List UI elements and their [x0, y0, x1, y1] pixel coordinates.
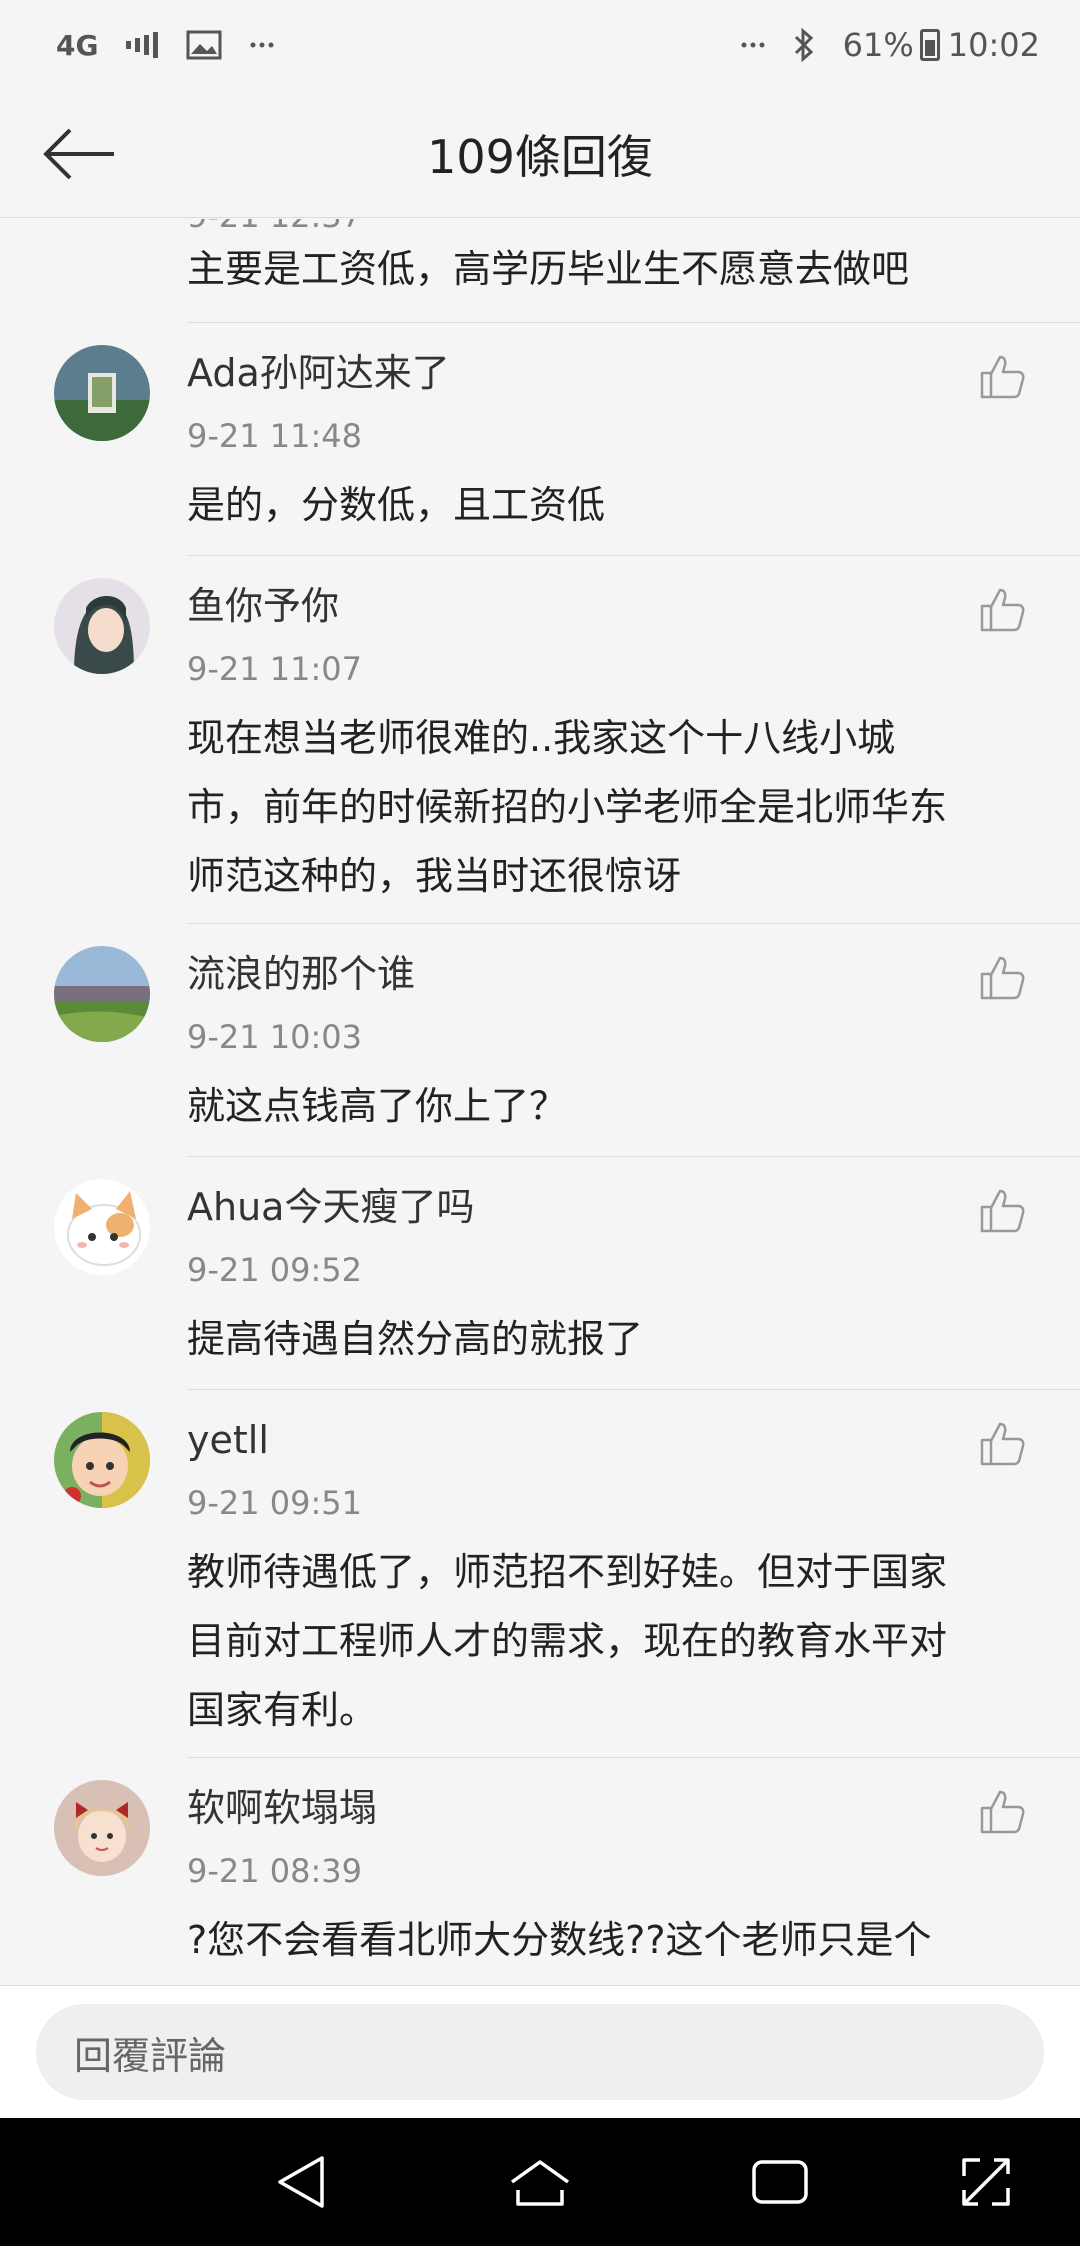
username[interactable]: yetll: [187, 1416, 269, 1464]
comment-item[interactable]: 软啊软塌塌 9-21 08:39 ?您不会看看北师大分数线??这个老师只是个: [0, 1758, 1080, 1985]
network-type: 4G: [56, 28, 99, 62]
comment-content: 提高待遇自然分高的就报了: [187, 1317, 644, 1361]
image-icon: [186, 30, 222, 60]
comment-time: 9-21 08:39: [187, 1852, 363, 1890]
comment-content: 主要是工资低，高学历毕业生不愿意去做吧: [187, 247, 910, 291]
avatar[interactable]: [54, 345, 150, 441]
thumbs-up-icon[interactable]: [978, 954, 1026, 1002]
back-arrow-icon: [43, 128, 114, 180]
thumbs-up-icon[interactable]: [978, 353, 1026, 401]
back-nav-icon[interactable]: [270, 2150, 334, 2214]
comment-content: 现在想当老师很难的..我家这个十八线小城 市，前年的时候新招的小学老师全是北师华…: [187, 704, 1037, 911]
comment-item[interactable]: yetll 9-21 09:51 教师待遇低了，师范招不到好娃。但对于国家 目前…: [0, 1390, 1080, 1758]
battery-icon: [919, 29, 940, 61]
username[interactable]: 流浪的那个谁: [187, 950, 415, 998]
thumbs-up-icon[interactable]: [978, 1187, 1026, 1235]
comment-time: 9-21 11:48: [187, 417, 363, 455]
comment-line: 教师待遇低了，师范招不到好娃。但对于国家: [187, 1550, 948, 1594]
nav-bar: [0, 2118, 1080, 2246]
comment-line: 目前对工程师人才的需求，现在的教育水平对: [187, 1619, 948, 1663]
expand-nav-icon[interactable]: [954, 2150, 1018, 2214]
thumbs-up-icon[interactable]: [978, 1420, 1026, 1468]
comment-item[interactable]: Ada孙阿达来了 9-21 11:48 是的，分数低，且工资低: [0, 323, 1080, 556]
comment-item[interactable]: 流浪的那个谁 9-21 10:03 就这点钱高了你上了？: [0, 924, 1080, 1157]
recents-nav-icon[interactable]: [748, 2150, 812, 2214]
comment-list[interactable]: 9-21 12:37 主要是工资低，高学历毕业生不愿意去做吧 Ada孙阿达来了 …: [0, 219, 1080, 1985]
back-button[interactable]: [40, 124, 120, 184]
reply-bar: 回覆評論: [0, 1985, 1080, 2118]
bluetooth-icon: [793, 28, 815, 62]
reply-input[interactable]: 回覆評論: [36, 2004, 1044, 2100]
avatar[interactable]: [54, 946, 150, 1042]
header: 109條回復: [0, 90, 1080, 218]
comment-content: ?您不会看看北师大分数线??这个老师只是个: [187, 1918, 932, 1962]
username[interactable]: 软啊软塌塌: [187, 1784, 377, 1832]
username[interactable]: 鱼你予你: [187, 582, 339, 630]
comment-line: 市，前年的时候新招的小学老师全是北师华东: [187, 785, 948, 829]
comment-time: 9-21 12:37: [187, 219, 362, 235]
page-title: 109條回復: [427, 129, 653, 184]
status-left: 4G: [56, 29, 274, 62]
comment-content: 就这点钱高了你上了？: [187, 1084, 568, 1128]
more-icon: [741, 41, 765, 49]
username[interactable]: Ada孙阿达来了: [187, 349, 450, 397]
comment-line: 师范这种的，我当时还很惊讶: [187, 854, 682, 898]
avatar[interactable]: [54, 578, 150, 674]
status-bar: 4G 61% 10:02: [0, 0, 1080, 90]
comment-time: 9-21 09:51: [187, 1484, 363, 1522]
comment-time: 9-21 10:03: [187, 1018, 363, 1056]
clock: 10:02: [947, 26, 1040, 64]
comment-content: 是的，分数低，且工资低: [187, 483, 606, 527]
comment-item[interactable]: 鱼你予你 9-21 11:07 现在想当老师很难的..我家这个十八线小城 市，前…: [0, 556, 1080, 924]
comment-line: 国家有利。: [187, 1688, 378, 1732]
status-right: 61% 10:02: [741, 26, 1040, 64]
avatar[interactable]: [54, 1412, 150, 1508]
username[interactable]: Ahua今天瘦了吗: [187, 1183, 474, 1231]
comment-item[interactable]: Ahua今天瘦了吗 9-21 09:52 提高待遇自然分高的就报了: [0, 1157, 1080, 1390]
signal-icon: [126, 31, 159, 59]
thumbs-up-icon[interactable]: [978, 1788, 1026, 1836]
comment-time: 9-21 09:52: [187, 1251, 363, 1289]
comment-time: 9-21 11:07: [187, 650, 363, 688]
comment-content: 教师待遇低了，师范招不到好娃。但对于国家 目前对工程师人才的需求，现在的教育水平…: [187, 1538, 1037, 1745]
home-nav-icon[interactable]: [508, 2150, 572, 2214]
comment-line: 现在想当老师很难的..我家这个十八线小城: [187, 716, 896, 760]
avatar[interactable]: [54, 1780, 150, 1876]
avatar[interactable]: [54, 1179, 150, 1275]
thumbs-up-icon[interactable]: [978, 586, 1026, 634]
battery-percent: 61%: [842, 26, 914, 64]
more-icon: [250, 41, 274, 49]
